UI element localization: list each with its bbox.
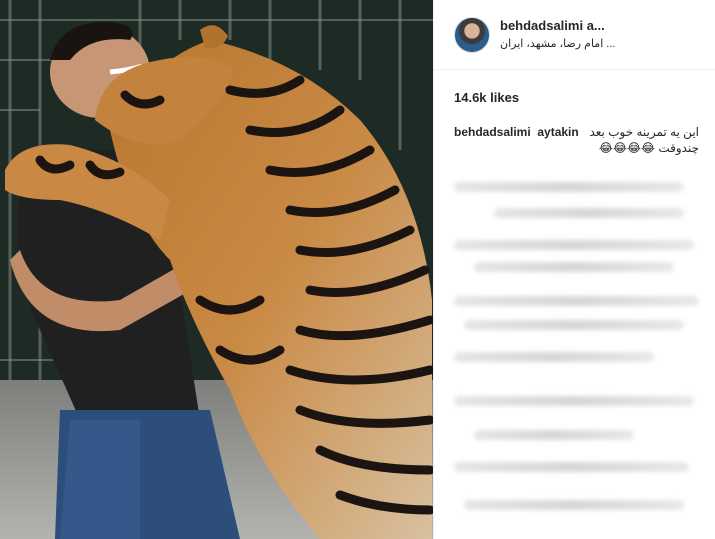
blurred-comment — [454, 296, 699, 306]
post-sidebar: behdadsalimi a... ... امام رضا، مشهد، ای… — [433, 0, 715, 539]
header-username[interactable]: behdadsalimi a... — [500, 18, 605, 33]
blurred-comment — [474, 262, 674, 272]
blurred-comment — [454, 462, 689, 472]
blurred-comment — [454, 182, 684, 192]
blurred-comment — [464, 500, 684, 510]
post-header: behdadsalimi a... ... امام رضا، مشهد، ای… — [434, 0, 715, 70]
blurred-comment — [474, 430, 634, 440]
avatar[interactable] — [454, 17, 490, 53]
blurred-comment — [454, 396, 694, 406]
comment-username[interactable]: behdadsalimi — [454, 125, 531, 139]
blurred-comment — [464, 320, 684, 330]
caption-comment: behdadsalimi aytakin این یه تمرینه خوب ب… — [454, 124, 699, 156]
comment-text-line-2: چندوقت 😂😂😂😂 — [598, 141, 699, 155]
blurred-comment — [494, 208, 684, 218]
post-location[interactable]: ... امام رضا، مشهد، ایران — [500, 37, 615, 50]
post-photo[interactable] — [0, 0, 433, 539]
photo-man-hugging-tiger — [0, 0, 433, 539]
blurred-comment — [454, 352, 654, 362]
blurred-comment — [454, 240, 694, 250]
likes-count[interactable]: 14.6k likes — [454, 90, 519, 105]
comment-text-line-1: این یه تمرینه خوب بعد — [589, 125, 699, 139]
